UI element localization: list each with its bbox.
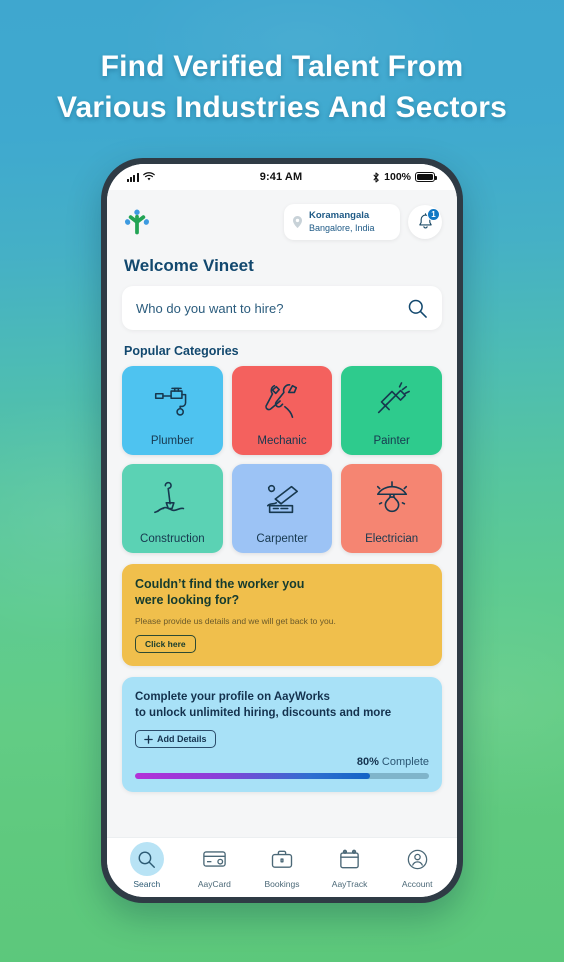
wifi-icon — [142, 172, 155, 181]
nav-label: Bookings — [264, 879, 300, 889]
progress-bar-track — [135, 772, 429, 779]
nav-label: Account — [401, 879, 433, 889]
phone-frame: 9:41 AM 100% Koramangala Bangalore, Indi… — [101, 158, 463, 903]
promo-subtitle: Please provide us details and we will ge… — [135, 616, 336, 626]
faucet-icon — [122, 366, 223, 435]
profile-title-line-1: Complete your profile on AayWorks — [135, 691, 330, 703]
promo-title-line-1: Couldn’t find the worker you — [135, 577, 305, 591]
cellular-signal-icon — [127, 172, 139, 182]
chisel-icon — [232, 464, 333, 533]
category-label: Carpenter — [256, 533, 308, 545]
header-actions: Koramangala Bangalore, India 1 — [284, 204, 442, 240]
nav-item-aaycard[interactable]: AayCard — [181, 842, 249, 889]
battery-full-icon — [415, 172, 438, 182]
battery-percent-label: 100% — [384, 171, 412, 183]
category-label: Construction — [140, 533, 205, 545]
app-header: Koramangala Bangalore, India 1 — [122, 200, 442, 244]
nav-label: AayCard — [197, 879, 231, 889]
nav-item-account[interactable]: Account — [383, 842, 451, 889]
status-bar: 9:41 AM 100% — [107, 164, 457, 190]
add-details-button[interactable]: Add Details — [135, 730, 216, 748]
ceiling-lamp-icon — [341, 464, 442, 533]
briefcase-icon — [265, 842, 299, 876]
profile-title-line-2: to unlock unlimited hiring, discounts an… — [135, 707, 392, 719]
add-details-label: Add Details — [157, 734, 207, 744]
nav-label: Search — [133, 879, 161, 889]
category-grid: Plumber Mechanic Painter Construction Ca… — [122, 366, 442, 553]
click-here-button[interactable]: Click here — [135, 635, 196, 653]
wrench-spanner-icon — [232, 366, 333, 435]
category-card-electrician[interactable]: Electrician — [341, 464, 442, 553]
progress-label: 80% Complete — [135, 756, 429, 768]
aayworks-logo-icon[interactable] — [122, 207, 152, 237]
status-time: 9:41 AM — [259, 171, 303, 183]
worker-not-found-card: Couldn’t find the worker you were lookin… — [122, 564, 442, 666]
welcome-greeting: Welcome Vineet — [124, 256, 254, 275]
category-label: Painter — [373, 435, 410, 447]
headline-line-1: Find Verified Talent From — [100, 50, 464, 83]
search-bar[interactable]: Who do you want to hire? — [122, 286, 442, 330]
phone-screen: 9:41 AM 100% Koramangala Bangalore, Indi… — [107, 164, 457, 897]
nav-label: AayTrack — [331, 879, 368, 889]
search-icon — [129, 842, 164, 876]
category-card-carpenter[interactable]: Carpenter — [231, 464, 333, 553]
category-card-plumber[interactable]: Plumber — [122, 366, 223, 455]
paint-brush-icon — [341, 366, 442, 435]
user-circle-icon — [400, 842, 434, 876]
promo-title-line-2: were looking for? — [135, 593, 240, 607]
popular-categories-title: Popular Categories — [124, 344, 239, 358]
category-card-painter[interactable]: Painter — [341, 366, 442, 455]
search-input[interactable]: Who do you want to hire? — [136, 301, 283, 316]
progress-percent: 80% — [356, 755, 379, 768]
plus-icon — [144, 734, 153, 744]
bottom-navigation: Search AayCard Bookings AayTrack Account — [107, 837, 457, 897]
category-card-construction[interactable]: Construction — [122, 464, 223, 553]
headline-line-2: Various Industries And Sectors — [56, 91, 507, 124]
nav-item-bookings[interactable]: Bookings — [248, 842, 316, 889]
nav-item-aaytrack[interactable]: AayTrack — [316, 842, 384, 889]
location-area: Koramangala — [309, 210, 370, 221]
search-icon[interactable] — [407, 298, 428, 319]
location-pin-icon — [293, 216, 302, 228]
complete-profile-card: Complete your profile on AayWorks to unl… — [122, 677, 442, 792]
nav-item-search[interactable]: Search — [113, 842, 181, 889]
notification-button[interactable]: 1 — [408, 205, 442, 239]
category-label: Plumber — [150, 435, 194, 447]
category-label: Electrician — [365, 533, 419, 545]
location-city: Bangalore, India — [309, 223, 375, 233]
bluetooth-icon — [373, 172, 379, 182]
app-content: Koramangala Bangalore, India 1 Welcome V… — [107, 190, 457, 837]
credit-card-icon — [197, 842, 231, 876]
page-headline: Find Verified Talent From Various Indust… — [0, 46, 564, 128]
notification-badge: 1 — [427, 208, 440, 221]
progress-suffix: Complete — [378, 755, 429, 768]
shovel-icon — [122, 464, 223, 533]
progress-bar-fill — [135, 772, 371, 779]
location-selector[interactable]: Koramangala Bangalore, India — [284, 204, 400, 240]
category-card-mechanic[interactable]: Mechanic — [231, 366, 333, 455]
category-label: Mechanic — [257, 435, 307, 447]
calendar-icon — [333, 842, 367, 876]
